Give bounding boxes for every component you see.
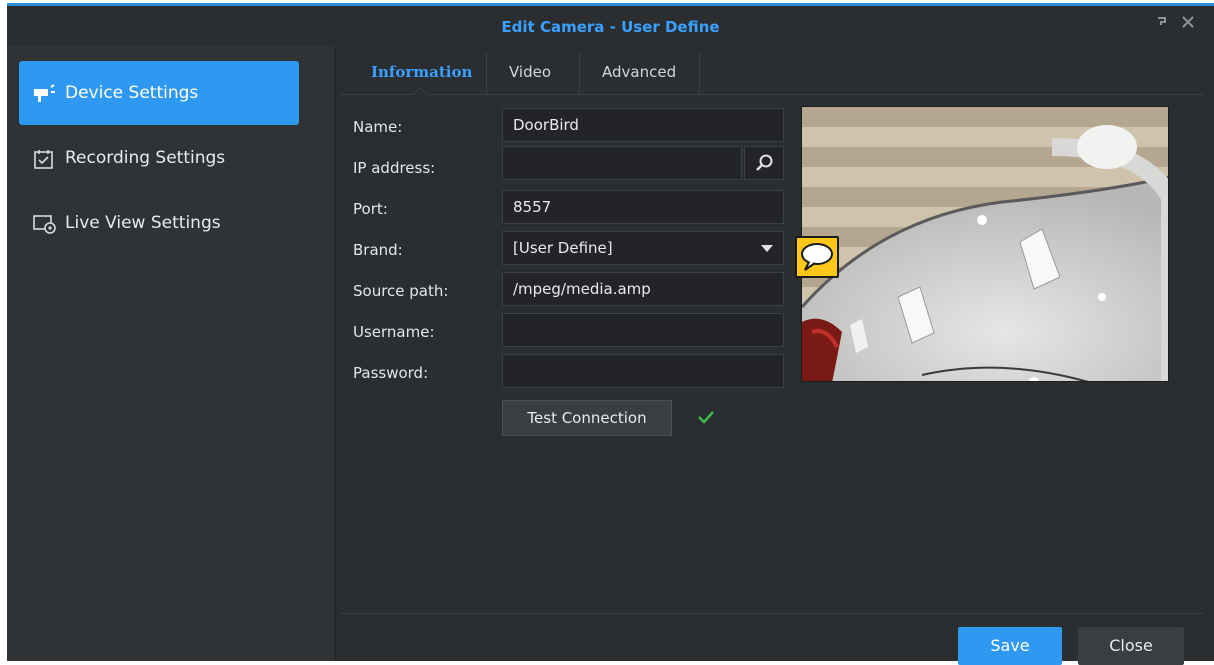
password-label: Password:	[353, 364, 429, 382]
sidebar-item-label: Recording Settings	[65, 148, 226, 168]
tab-divider	[486, 52, 487, 94]
speech-bubble-icon[interactable]	[795, 236, 839, 278]
ip-address-label: IP address:	[353, 159, 436, 177]
checkmark-icon	[698, 411, 714, 424]
close-button[interactable]: Close	[1078, 627, 1184, 665]
source-path-field[interactable]: /mpeg/media.amp	[502, 272, 784, 306]
brand-select[interactable]: [User Define]	[502, 231, 784, 265]
brand-label: Brand:	[353, 241, 403, 259]
edit-camera-dialog: Edit Camera - User Define Device Setting…	[7, 3, 1214, 665]
sidebar-item-live-view-settings[interactable]: Live View Settings	[19, 191, 299, 255]
test-connection-button[interactable]: Test Connection	[502, 400, 672, 436]
ip-address-field[interactable]	[502, 146, 742, 180]
title-bar: Edit Camera - User Define	[7, 6, 1214, 46]
password-field[interactable]	[502, 354, 784, 388]
calendar-check-icon	[33, 148, 55, 170]
search-icon	[756, 154, 773, 171]
sidebar-item-label: Device Settings	[65, 83, 199, 103]
tab-bar: Information Video Advanced	[341, 52, 1204, 103]
help-icon[interactable]	[1150, 13, 1174, 37]
brand-select-value: [User Define]	[513, 239, 613, 257]
tab-advanced[interactable]: Advanced	[584, 52, 694, 94]
search-button[interactable]	[744, 146, 784, 180]
tab-divider	[579, 52, 580, 94]
sidebar-item-label: Live View Settings	[65, 213, 221, 233]
camera-preview-image	[801, 106, 1169, 382]
source-path-label: Source path:	[353, 282, 449, 300]
name-field[interactable]: DoorBird	[502, 108, 784, 142]
dialog-title: Edit Camera - User Define	[501, 18, 720, 36]
chevron-down-icon	[761, 245, 773, 252]
tab-divider	[699, 52, 700, 94]
close-icon[interactable]	[1176, 13, 1200, 37]
tab-video[interactable]: Video	[491, 52, 569, 94]
sidebar: Device Settings Recording Settings Live …	[7, 46, 336, 661]
sidebar-item-recording-settings[interactable]: Recording Settings	[19, 126, 299, 190]
sidebar-item-device-settings[interactable]: Device Settings	[19, 61, 299, 125]
footer-divider	[341, 613, 1204, 614]
save-button[interactable]: Save	[958, 627, 1062, 665]
port-field[interactable]: 8557	[502, 190, 784, 224]
port-label: Port:	[353, 200, 388, 218]
username-field[interactable]	[502, 313, 784, 347]
camera-icon	[33, 83, 55, 105]
name-label: Name:	[353, 118, 403, 136]
username-label: Username:	[353, 323, 435, 341]
monitor-eye-icon	[33, 213, 56, 235]
